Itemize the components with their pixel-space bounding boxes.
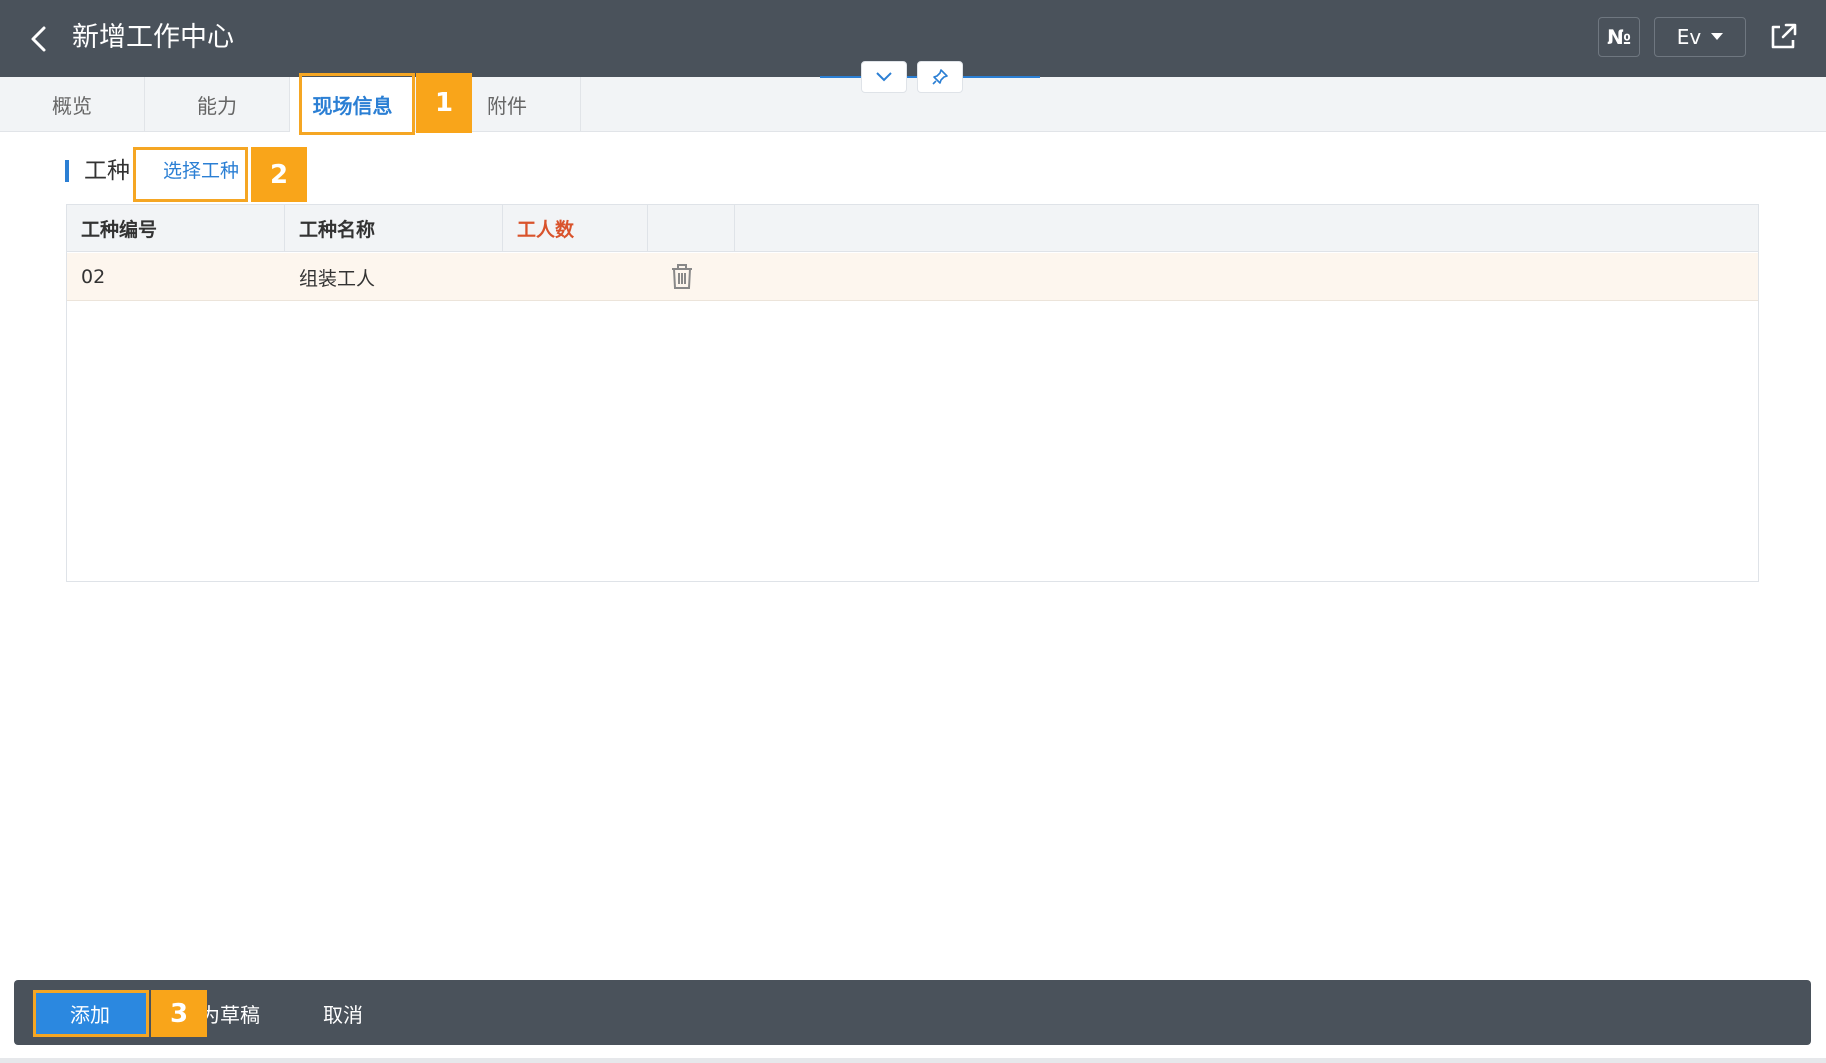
caret-down-icon xyxy=(1711,33,1724,40)
column-header-worker-count: 工人数 xyxy=(503,205,648,252)
bottom-strip xyxy=(0,1058,1826,1063)
column-header-name: 工种名称 xyxy=(285,205,503,252)
pin-icon xyxy=(932,69,948,85)
share-icon[interactable] xyxy=(1766,20,1800,54)
column-header-action xyxy=(648,205,735,252)
language-select[interactable]: Ev xyxy=(1654,17,1746,57)
callout-highlight-2 xyxy=(133,147,248,202)
numero-button[interactable]: № xyxy=(1598,17,1640,57)
tab-overview[interactable]: 概览 xyxy=(0,77,145,132)
collapse-header-button[interactable] xyxy=(861,61,907,93)
footer-toolbar xyxy=(14,980,1811,1045)
section-title: 工种 xyxy=(84,158,130,184)
callout-highlight-3 xyxy=(33,990,149,1037)
callout-number-3: 3 xyxy=(151,990,207,1037)
save-draft-button[interactable]: 为草稿 xyxy=(200,991,264,1036)
callout-number-2: 2 xyxy=(251,147,307,202)
cell-worker-count[interactable] xyxy=(503,253,648,301)
section-marker xyxy=(65,160,69,182)
page-title: 新增工作中心 xyxy=(72,22,234,53)
back-arrow-icon[interactable] xyxy=(24,22,54,56)
cell-code: 02 xyxy=(81,266,106,288)
pin-header-button[interactable] xyxy=(917,61,963,93)
column-header-code: 工种编号 xyxy=(67,205,285,252)
callout-highlight-1 xyxy=(299,73,415,135)
cancel-button[interactable]: 取消 xyxy=(308,991,378,1036)
cell-name: 组装工人 xyxy=(299,267,376,290)
chevron-down-icon xyxy=(876,72,892,82)
language-value: Ev xyxy=(1676,25,1702,49)
tab-attachments-label: 附件 xyxy=(487,94,527,118)
tab-capacity[interactable]: 能力 xyxy=(145,77,290,132)
top-header xyxy=(0,0,1826,77)
trash-icon[interactable] xyxy=(668,263,696,291)
callout-number-1: 1 xyxy=(416,73,472,133)
